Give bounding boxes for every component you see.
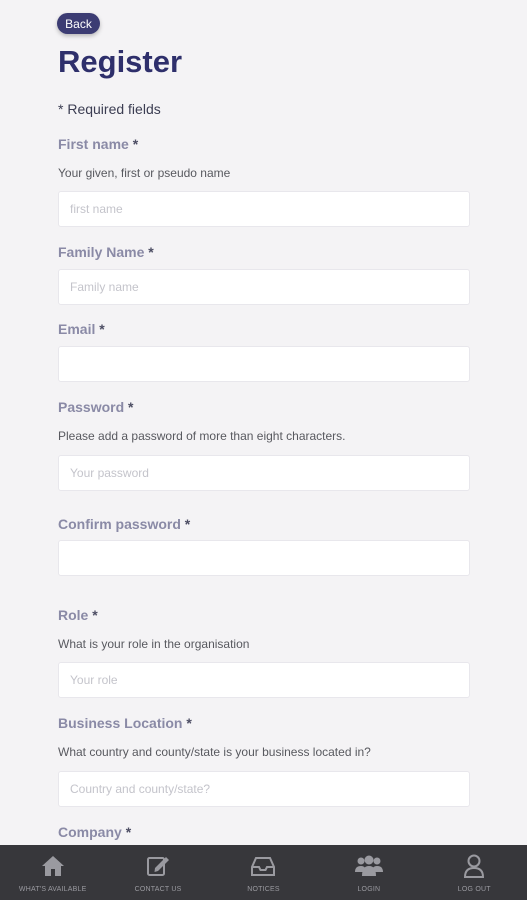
home-icon	[41, 854, 65, 878]
user-icon	[463, 854, 485, 878]
password-label-text: Password	[58, 399, 125, 415]
required-marker: *	[125, 824, 132, 840]
business-location-label: Business Location *	[58, 715, 192, 731]
password-input[interactable]	[58, 455, 470, 491]
required-marker: *	[132, 136, 139, 152]
business-location-input[interactable]	[58, 771, 470, 807]
first-name-label-text: First name	[58, 136, 129, 152]
required-marker: *	[148, 244, 154, 260]
family-name-label: Family Name *	[58, 244, 154, 260]
nav-item-log-out[interactable]: LOG OUT	[422, 845, 527, 900]
nav-item-contact-us[interactable]: CONTACT US	[106, 845, 211, 900]
email-input[interactable]	[58, 346, 470, 382]
role-hint: What is your role in the organisation	[58, 637, 250, 651]
users-icon	[354, 854, 383, 878]
nav-label: WHAT'S AVAILABLE	[18, 886, 87, 893]
family-name-input[interactable]	[58, 269, 470, 305]
first-name-hint: Your given, first or pseudo name	[58, 166, 231, 180]
business-location-label-text: Business Location	[58, 715, 183, 731]
password-label: Password *	[58, 399, 133, 415]
email-label: Email *	[58, 321, 105, 337]
inbox-icon	[251, 854, 276, 878]
nav-item-login[interactable]: LOGIN	[316, 845, 421, 900]
business-location-hint: What country and county/state is your bu…	[58, 745, 371, 759]
family-name-label-text: Family Name	[58, 244, 145, 260]
first-name-input[interactable]	[58, 191, 470, 227]
nav-label: CONTACT US	[134, 886, 182, 893]
nav-label: LOGIN	[357, 886, 381, 893]
required-marker: *	[99, 321, 105, 337]
password-hint: Please add a password of more than eight…	[58, 429, 346, 443]
role-input[interactable]	[58, 662, 470, 698]
back-button[interactable]: Back	[57, 13, 100, 34]
confirm-password-label: Confirm password *	[58, 516, 190, 532]
required-fields-note: * Required fields	[58, 101, 161, 117]
edit-icon	[146, 854, 170, 878]
company-label-text: Company	[58, 824, 122, 840]
role-label: Role *	[58, 607, 98, 623]
nav-label: NOTICES	[247, 886, 280, 893]
nav-item-notices[interactable]: NOTICES	[211, 845, 316, 900]
confirm-password-label-text: Confirm password	[58, 516, 181, 532]
email-label-text: Email	[58, 321, 96, 337]
required-marker: *	[128, 399, 134, 415]
required-marker: *	[186, 715, 192, 731]
company-label: Company *	[58, 824, 131, 840]
page-title: Register	[58, 44, 183, 79]
required-marker: *	[92, 607, 98, 623]
confirm-password-input[interactable]	[58, 540, 470, 576]
role-label-text: Role	[58, 607, 89, 623]
first-name-label: First name *	[58, 136, 138, 152]
required-marker: *	[184, 516, 191, 532]
nav-label: LOG OUT	[457, 886, 491, 893]
nav-item-whats-available[interactable]: WHAT'S AVAILABLE	[0, 845, 105, 900]
bottom-nav-bar: WHAT'S AVAILABLE CONTACT US NOTICES LOGI…	[0, 845, 527, 900]
